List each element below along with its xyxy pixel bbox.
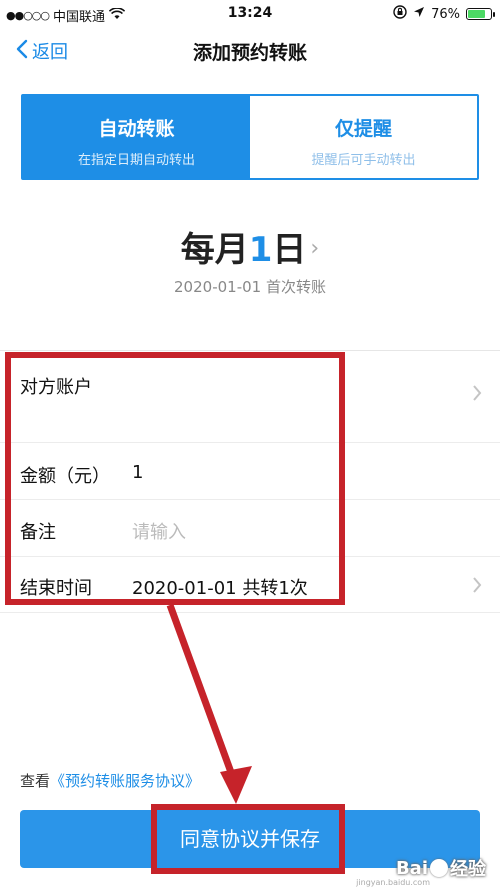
agreement-text: 查看《预约转账服务协议》	[20, 770, 200, 791]
segment-title: 自动转账	[98, 118, 175, 140]
first-transfer-date: 2020-01-01 首次转账	[174, 278, 326, 296]
location-arrow-icon	[413, 6, 425, 22]
segment-title: 仅提醒	[334, 118, 392, 140]
end-time-row[interactable]: 结束时间 2020-01-01 共转1次	[0, 557, 500, 613]
agreement-link[interactable]: 《预约转账服务协议》	[50, 772, 200, 790]
watermark-text2: 经验	[450, 859, 486, 880]
agreement-prefix: 查看	[20, 772, 51, 790]
battery-percent: 76%	[431, 6, 460, 22]
note-label: 备注	[20, 522, 56, 543]
status-bar: ●●○○○ 中国联通 13:24 76%	[0, 0, 500, 28]
battery-icon	[466, 8, 495, 20]
baidu-paw-icon	[430, 859, 448, 877]
chevron-right-icon	[472, 383, 482, 408]
amount-input[interactable]: 1	[132, 462, 143, 483]
schedule-frequency[interactable]: 每月1日 ›	[0, 222, 500, 271]
amount-label: 金额（元）	[20, 466, 110, 487]
page-title: 添加预约转账	[192, 42, 307, 64]
rotation-lock-icon	[393, 5, 407, 23]
segment-remind-only[interactable]: 仅提醒 提醒后可手动转出	[250, 96, 477, 178]
frequency-day: 1	[248, 230, 273, 270]
transfer-mode-segment: 自动转账 在指定日期自动转出 仅提醒 提醒后可手动转出	[21, 94, 479, 180]
segment-subtitle: 提醒后可手动转出	[311, 153, 416, 168]
chevron-right-icon	[472, 575, 482, 600]
watermark-text: Bai	[395, 857, 428, 879]
account-label: 对方账户	[20, 377, 92, 398]
battery-level	[468, 10, 485, 18]
frequency-suffix: 日	[272, 230, 307, 270]
segment-auto-transfer[interactable]: 自动转账 在指定日期自动转出	[23, 96, 250, 178]
note-input[interactable]: 请输入	[132, 518, 186, 544]
account-row[interactable]: 对方账户	[0, 351, 500, 443]
amount-row[interactable]: 金额（元） 1	[0, 443, 500, 500]
chevron-right-icon: ›	[310, 236, 320, 261]
end-time-label: 结束时间	[20, 578, 92, 599]
note-row[interactable]: 备注 请输入	[0, 500, 500, 557]
segment-subtitle: 在指定日期自动转出	[77, 153, 195, 168]
watermark-url: jingyan.baidu.com	[356, 878, 430, 887]
end-time-value: 2020-01-01 共转1次	[132, 578, 308, 599]
frequency-prefix: 每月	[180, 230, 249, 270]
navigation-bar: 返回 添加预约转账	[0, 28, 500, 74]
